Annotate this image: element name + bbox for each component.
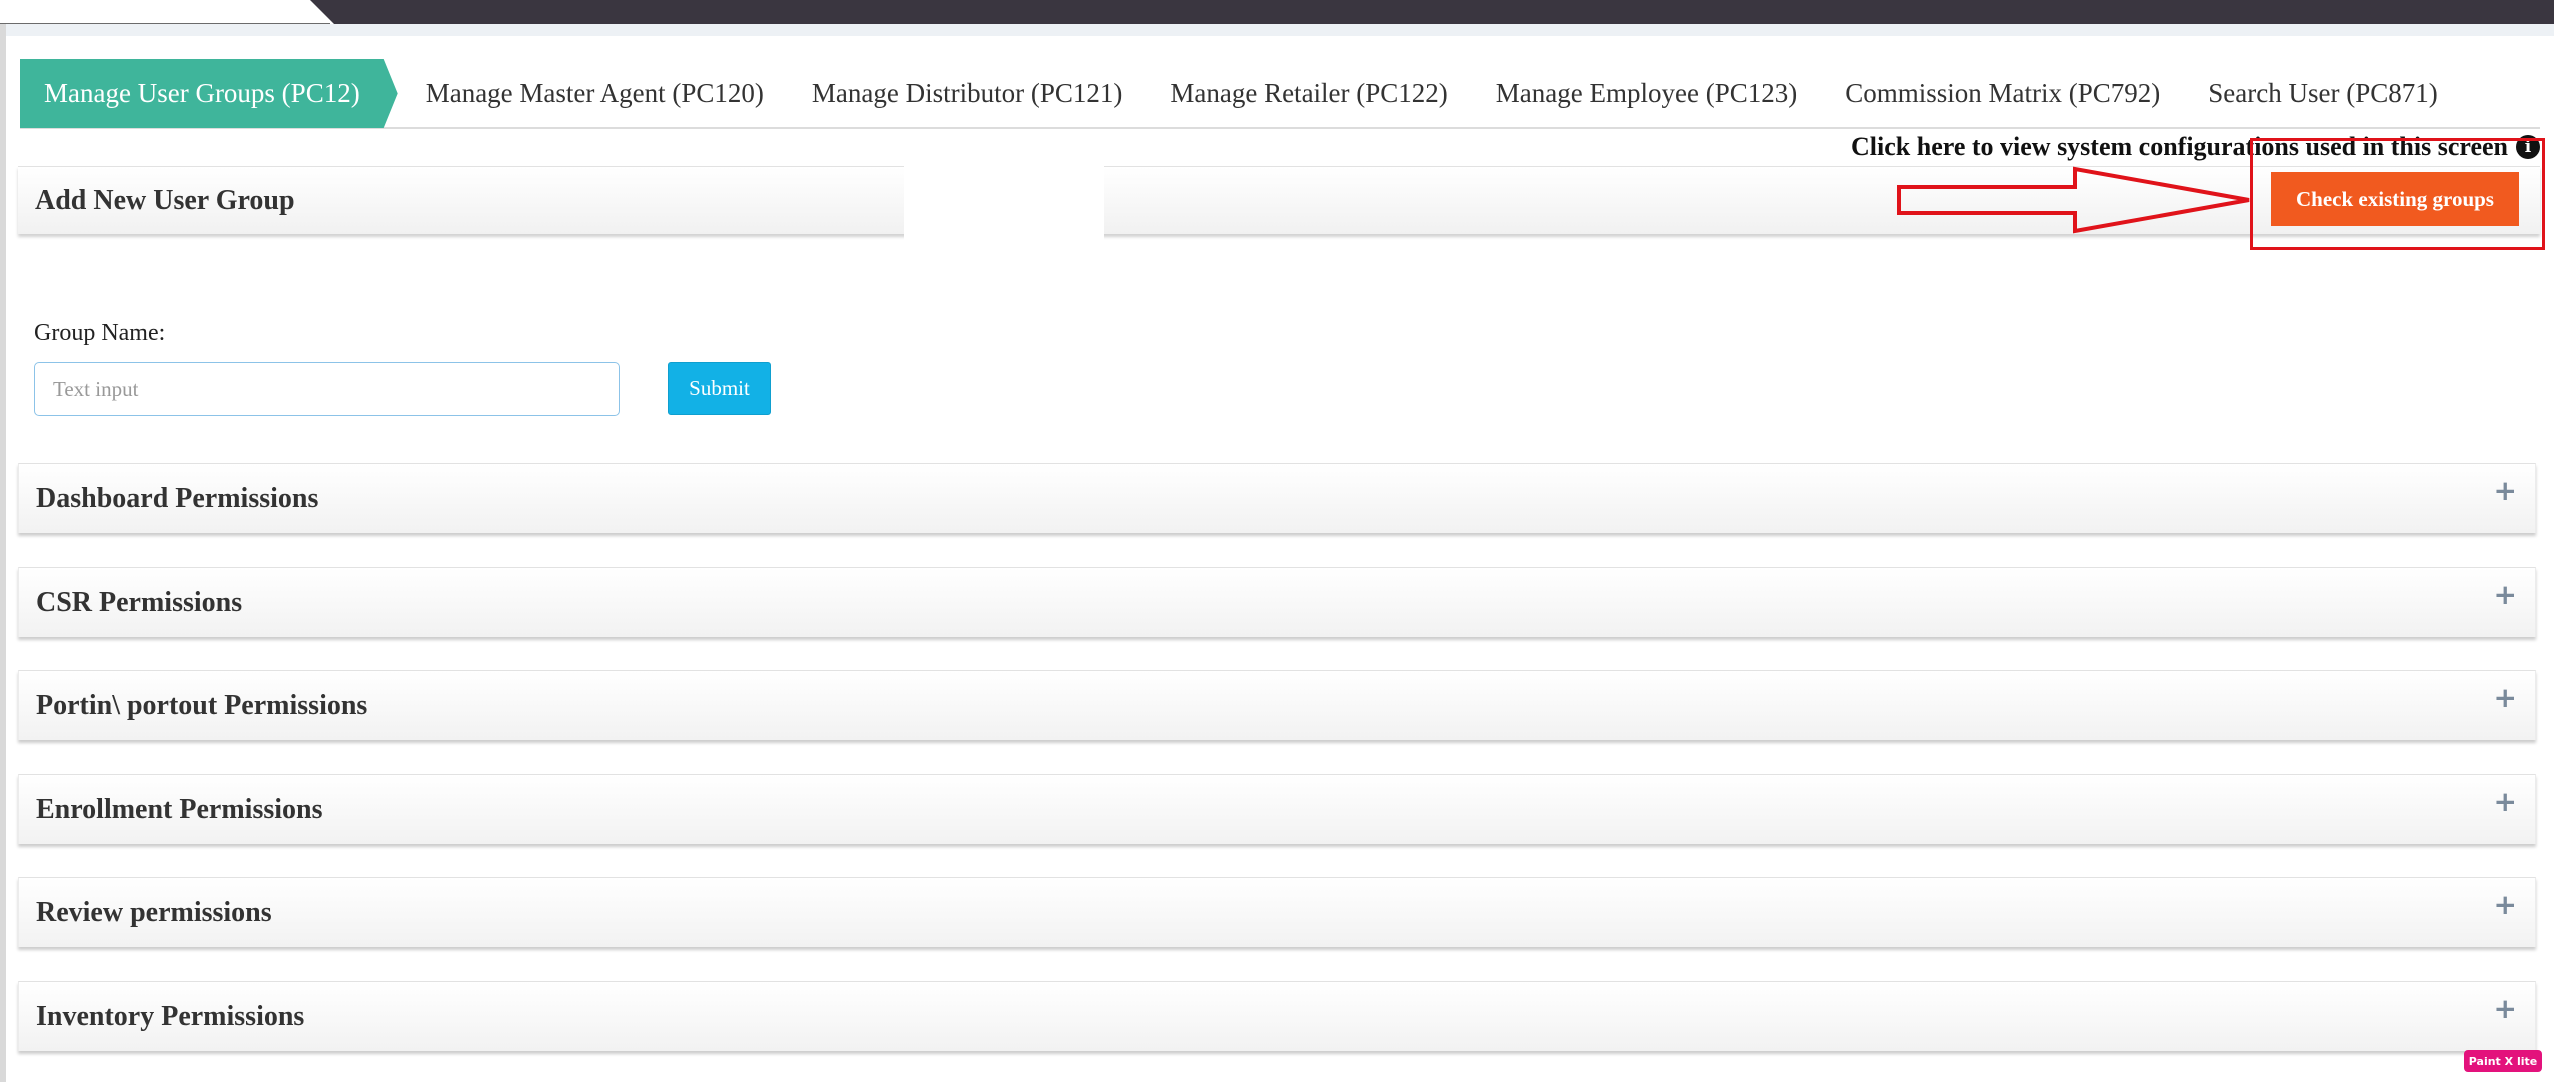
inventory-permissions-panel[interactable]: Inventory Permissions + (18, 981, 2536, 1051)
tab-manage-employee[interactable]: Manage Employee (PC123) (1472, 59, 1821, 128)
panel-title: Inventory Permissions (36, 1000, 305, 1032)
tab-manage-user-groups[interactable]: Manage User Groups (PC12) (20, 59, 398, 128)
csr-permissions-panel[interactable]: CSR Permissions + (18, 567, 2536, 637)
plus-icon[interactable]: + (2494, 474, 2517, 507)
left-scroll-edge (0, 24, 6, 1082)
group-name-label: Group Name: (34, 320, 166, 346)
plus-icon[interactable]: + (2494, 992, 2517, 1025)
page: Manage User Groups (PC12) Manage Master … (0, 0, 2554, 1082)
annotation-arrow-icon (1897, 166, 2250, 234)
panel-title: CSR Permissions (36, 586, 243, 618)
plus-icon[interactable]: + (2494, 785, 2517, 818)
group-name-input[interactable] (34, 362, 620, 416)
system-config-link-text[interactable]: Click here to view system configurations… (1851, 132, 2508, 162)
plus-icon[interactable]: + (2494, 888, 2517, 921)
top-strip (0, 24, 2554, 36)
tab-search-user[interactable]: Search User (PC871) (2184, 59, 2461, 128)
check-existing-groups-button[interactable]: Check existing groups (2271, 172, 2519, 226)
info-circle-icon[interactable]: i (2516, 135, 2540, 159)
plus-icon[interactable]: + (2494, 578, 2517, 611)
enrollment-permissions-panel[interactable]: Enrollment Permissions + (18, 774, 2536, 844)
tab-commission-matrix[interactable]: Commission Matrix (PC792) (1821, 59, 2184, 128)
plus-icon[interactable]: + (2494, 681, 2517, 714)
panel-title: Enrollment Permissions (36, 793, 323, 825)
portin-portout-permissions-panel[interactable]: Portin\ portout Permissions + (18, 670, 2536, 740)
panel-title: Dashboard Permissions (36, 482, 319, 514)
review-permissions-panel[interactable]: Review permissions + (18, 877, 2536, 947)
paint-x-lite-badge: Paint X lite (2464, 1050, 2542, 1072)
dashboard-permissions-panel[interactable]: Dashboard Permissions + (18, 463, 2536, 533)
panel-title: Portin\ portout Permissions (36, 689, 368, 721)
top-header-bar (310, 0, 2554, 24)
tab-manage-distributor[interactable]: Manage Distributor (PC121) (788, 59, 1146, 128)
panel-title: Review permissions (36, 896, 272, 928)
header-gap (904, 160, 1104, 240)
system-config-link[interactable]: Click here to view system configurations… (1851, 132, 2540, 162)
tab-manage-master-agent[interactable]: Manage Master Agent (PC120) (402, 59, 788, 128)
tab-manage-retailer[interactable]: Manage Retailer (PC122) (1146, 59, 1471, 128)
add-new-group-title: Add New User Group (35, 184, 295, 216)
tab-bar: Manage User Groups (PC12) Manage Master … (20, 60, 2540, 129)
submit-button[interactable]: Submit (668, 362, 771, 415)
